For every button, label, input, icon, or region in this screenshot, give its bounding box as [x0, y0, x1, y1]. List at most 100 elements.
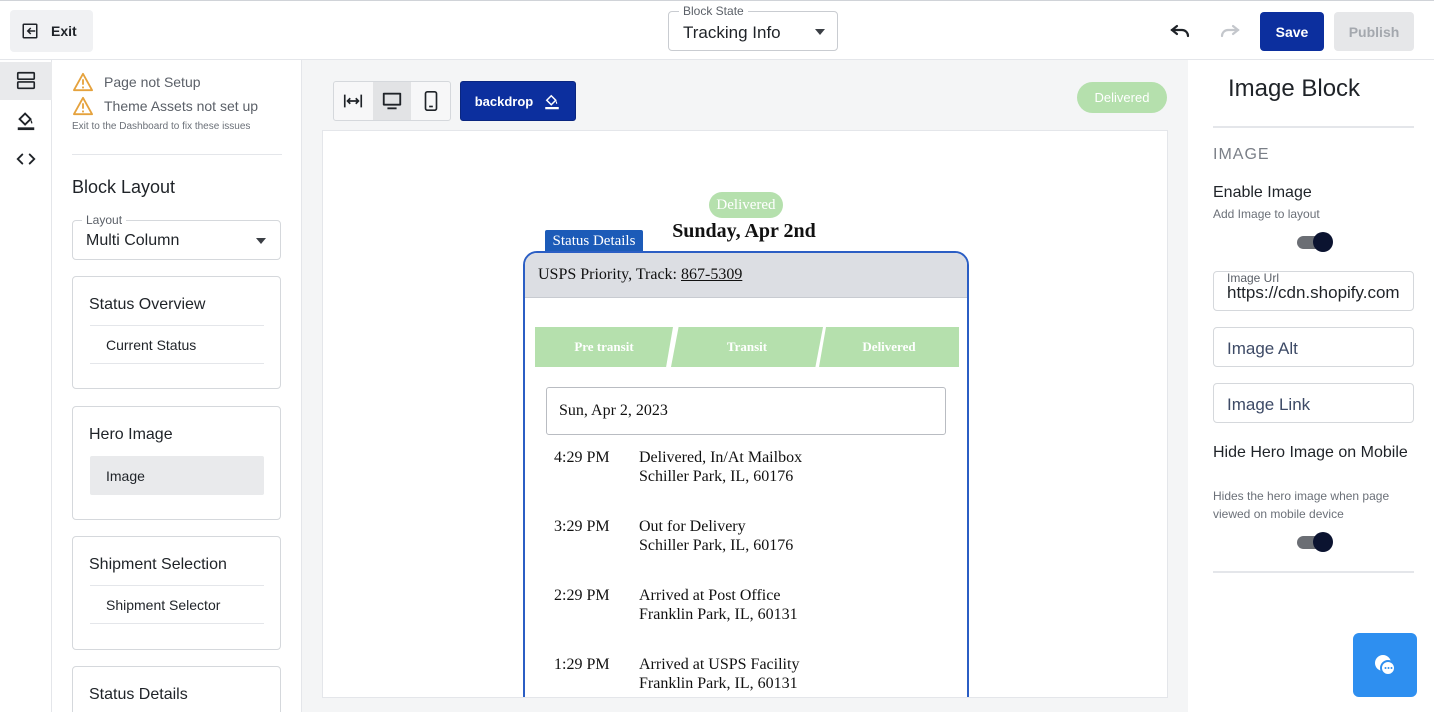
event-status: Arrived at USPS Facility — [639, 656, 800, 673]
event-time: 3:29 PM — [554, 518, 610, 535]
hide-mobile-label: Hide Hero Image on Mobile — [1213, 444, 1408, 461]
hide-mobile-sub: Hides the hero image when page viewed on… — [1213, 489, 1390, 521]
progress-stepper: Pre transit Transit Delivered — [535, 327, 959, 367]
paint-bucket-icon — [17, 112, 35, 131]
right-panel: Image Block IMAGE Enable Image Add Image… — [1188, 60, 1434, 712]
status-details-tag[interactable]: Status Details — [545, 230, 643, 252]
warning-page-not-setup: Page not Setup — [72, 72, 201, 92]
event-time: 2:29 PM — [554, 587, 610, 604]
canvas-area: backdrop Delivered Delivered Sunday, Apr… — [302, 60, 1188, 712]
save-button[interactable]: Save — [1260, 12, 1324, 51]
date-heading-text: Sunday, Apr 2nd — [672, 220, 816, 242]
publish-button[interactable]: Publish — [1334, 12, 1414, 51]
image-url-field[interactable]: Image Url https://cdn.shopify.com — [1213, 271, 1414, 311]
caret-down-icon — [256, 238, 266, 244]
group-item-shipment-selector[interactable]: Shipment Selector — [90, 585, 264, 624]
preview-date-heading: Sunday, Apr 2nd — [323, 220, 1167, 243]
event-location: Schiller Park, IL, 60176 — [639, 468, 794, 485]
section-heading: IMAGE — [1213, 146, 1270, 163]
tracking-number-link[interactable]: 867-5309 — [681, 266, 742, 283]
rail-layout-button[interactable] — [0, 62, 52, 100]
warning-icon — [73, 72, 93, 92]
full-width-icon — [344, 94, 363, 108]
group-title: Status Details — [89, 686, 188, 703]
backdrop-button[interactable]: backdrop — [460, 81, 576, 121]
event-status: Arrived at Post Office — [639, 587, 781, 604]
carrier-text: USPS Priority, Track: — [538, 266, 681, 283]
event-status: Out for Delivery — [639, 518, 746, 535]
layout-legend: Layout — [82, 213, 127, 227]
block-state-legend: Block State — [679, 4, 748, 18]
divider — [72, 154, 282, 155]
image-alt-field[interactable]: Image Alt — [1213, 327, 1414, 367]
toggle-knob — [1313, 232, 1333, 252]
exit-button[interactable]: Exit — [10, 10, 93, 52]
left-panel: Page not Setup Theme Assets not set up E… — [52, 60, 302, 712]
group-title: Shipment Selection — [89, 556, 227, 573]
undo-icon[interactable] — [1168, 19, 1192, 43]
status-pill: Delivered — [1077, 82, 1167, 113]
caret-down-icon — [815, 29, 825, 35]
group-item-image[interactable]: Image — [90, 456, 264, 495]
image-url-value: https://cdn.shopify.com — [1227, 283, 1400, 302]
event-date-box: Sun, Apr 2, 2023 — [546, 387, 946, 435]
backdrop-label: backdrop — [474, 93, 534, 109]
desktop-icon — [382, 92, 402, 110]
full-width-button[interactable] — [334, 82, 373, 120]
warning-text: Page not Setup — [104, 74, 201, 90]
device-toggle-group — [333, 81, 451, 121]
divider — [1213, 126, 1414, 128]
event-status: Delivered, In/At Mailbox — [639, 449, 803, 466]
event-time: 4:29 PM — [554, 449, 610, 466]
event-desc: Out for Delivery Schiller Park, IL, 60176 — [639, 517, 939, 555]
layout-select[interactable]: Layout Multi Column — [72, 213, 281, 260]
mobile-icon — [424, 91, 437, 111]
preview-status-pill: Delivered — [709, 192, 783, 218]
group-shipment-selection[interactable]: Shipment Selection Shipment Selector — [72, 536, 281, 650]
exit-icon — [22, 23, 38, 39]
enable-image-toggle[interactable] — [1295, 232, 1335, 252]
event-desc: Arrived at Post Office Franklin Park, IL,… — [639, 586, 939, 624]
step-transit: Transit — [671, 327, 823, 367]
rail-style-button[interactable] — [0, 101, 52, 139]
layout-value: Multi Column — [86, 232, 180, 249]
redo-icon[interactable] — [1218, 19, 1242, 43]
group-status-overview[interactable]: Status Overview Current Status — [72, 276, 281, 389]
enable-image-label: Enable Image — [1213, 184, 1312, 201]
icon-rail — [0, 60, 52, 712]
chat-icon — [1375, 655, 1396, 676]
top-bar: Exit Block State Tracking Info Save Publ… — [0, 0, 1434, 60]
event-location: Franklin Park, IL, 60131 — [639, 675, 798, 692]
group-status-details[interactable]: Status Details — [72, 666, 281, 712]
warning-text: Theme Assets not set up — [104, 98, 259, 114]
block-layout-title: Block Layout — [72, 177, 176, 197]
panel-title: Image Block — [1228, 75, 1361, 102]
step-pre-transit: Pre transit — [535, 327, 673, 367]
tracking-header: USPS Priority, Track: 867-5309 — [525, 253, 967, 298]
step-delivered: Delivered — [819, 327, 959, 367]
layout-icon — [16, 71, 36, 90]
mobile-view-button[interactable] — [411, 82, 450, 120]
hide-mobile-toggle[interactable] — [1295, 532, 1335, 552]
event-desc: Arrived at USPS Facility Franklin Park, I… — [639, 655, 939, 693]
rail-code-button[interactable] — [0, 140, 52, 178]
desktop-view-button[interactable] — [372, 82, 412, 120]
chat-button[interactable] — [1353, 633, 1417, 697]
event-location: Schiller Park, IL, 60176 — [639, 537, 794, 554]
event-desc: Delivered, In/At Mailbox Schiller Park, I… — [639, 448, 939, 486]
event-time: 1:29 PM — [554, 656, 610, 673]
group-title: Hero Image — [89, 426, 173, 443]
image-link-field[interactable]: Image Link — [1213, 383, 1414, 423]
image-alt-placeholder: Image Alt — [1227, 339, 1298, 358]
group-title: Status Overview — [89, 296, 206, 313]
toggle-knob — [1313, 532, 1333, 552]
block-state-select[interactable]: Block State Tracking Info — [668, 4, 838, 51]
preview-frame: Delivered Sunday, Apr 2nd Status Details… — [322, 130, 1168, 698]
group-item-current-status[interactable]: Current Status — [90, 325, 264, 364]
warning-theme-assets: Theme Assets not set up — [72, 96, 258, 116]
group-hero-image[interactable]: Hero Image Image — [72, 406, 281, 520]
code-icon — [16, 153, 36, 165]
exit-label: Exit — [51, 23, 77, 39]
tracking-card[interactable]: USPS Priority, Track: 867-5309 Pre trans… — [523, 251, 969, 697]
warning-note: Exit to the Dashboard to fix these issue… — [72, 121, 251, 132]
